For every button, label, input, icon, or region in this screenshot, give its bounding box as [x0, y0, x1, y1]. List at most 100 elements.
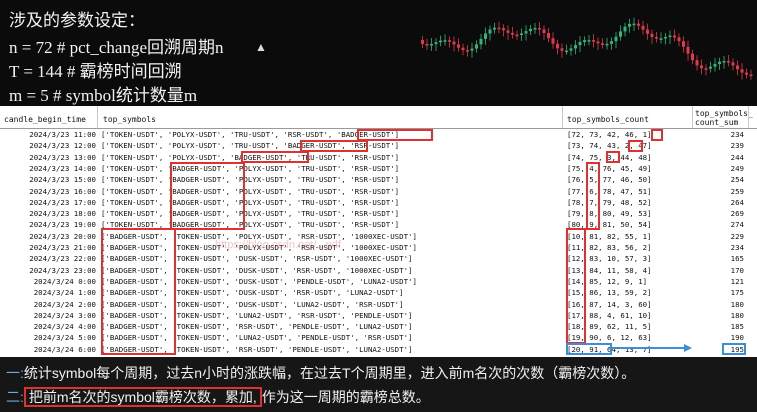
cell-time[interactable]: 2024/3/23 23:00 [0, 265, 96, 276]
candle-body [673, 35, 676, 38]
cell-sum[interactable]: 269 [700, 208, 744, 219]
cell-time[interactable]: 2024/3/24 1:00 [0, 287, 96, 298]
table-row[interactable]: 2024/3/23 13:00 ['TOKEN-USDT', 'POLYX-USD… [0, 152, 757, 163]
cell-sum[interactable]: 249 [700, 163, 744, 174]
highlight-count-r3 [606, 151, 620, 163]
candle-body [448, 40, 451, 42]
candle-body [682, 41, 685, 47]
candle-body [745, 72, 748, 75]
note-1-badge: 一: [6, 365, 24, 381]
cell-time[interactable]: 2024/3/23 11:00 [0, 129, 96, 140]
candle-body [713, 63, 717, 67]
candle-body [677, 37, 681, 42]
cell-sum[interactable]: 274 [700, 219, 744, 230]
cell-time[interactable]: 2024/3/23 12:00 [0, 140, 96, 151]
cell-time[interactable]: 2024/3/24 6:00 [0, 344, 96, 355]
cell-sum[interactable]: 180 [700, 310, 744, 321]
cell-sum[interactable]: 121 [700, 276, 744, 287]
cell-sum[interactable]: 185 [700, 321, 744, 332]
candle-body [709, 66, 712, 69]
highlight-count-col1 [566, 228, 586, 344]
cell-time[interactable]: 2024/3/23 22:00 [0, 253, 96, 264]
table-row[interactable]: 2024/3/23 14:00 ['TOKEN-USDT', 'BADGER-US… [0, 163, 757, 174]
cell-count[interactable]: [72, 73, 42, 46, 1] [567, 129, 652, 140]
cell-sum[interactable]: 229 [700, 231, 744, 242]
table-row[interactable]: 2024/3/23 15:00 ['TOKEN-USDT', 'BADGER-US… [0, 174, 757, 185]
cell-time[interactable]: 2024/3/23 16:00 [0, 186, 96, 197]
candle-body [430, 44, 433, 46]
candle-body [610, 41, 613, 44]
cell-symbols[interactable]: ['TOKEN-USDT', 'BADGER-USDT', 'POLYX-USD… [101, 174, 399, 185]
cell-time[interactable]: 2024/3/23 15:00 [0, 174, 96, 185]
table-row[interactable]: 2024/3/23 12:00 ['TOKEN-USDT', 'POLYX-USD… [0, 140, 757, 151]
header-symbols[interactable]: top_symbols [103, 115, 156, 124]
candle-body [668, 35, 672, 38]
cell-time[interactable]: 2024/3/23 13:00 [0, 152, 96, 163]
cell-time[interactable]: 2024/3/24 3:00 [0, 310, 96, 321]
header-sum-1[interactable]: top_symbols_ [695, 109, 753, 118]
cell-time[interactable]: 2024/3/23 19:00 [0, 219, 96, 230]
candle-body [425, 44, 429, 46]
cell-sum[interactable]: 239 [700, 140, 744, 151]
candle-body [596, 41, 600, 44]
candle-body [736, 65, 739, 70]
candle-body [749, 74, 753, 77]
cell-symbols[interactable]: ['TOKEN-USDT', 'BADGER-USDT', 'POLYX-USD… [101, 186, 399, 197]
cell-symbols[interactable]: ['TOKEN-USDT', 'BADGER-USDT', 'POLYX-USD… [101, 208, 399, 219]
highlight-badger-col1 [101, 228, 176, 355]
candle-body [740, 69, 744, 73]
cell-time[interactable]: 2024/3/24 0:00 [0, 276, 96, 287]
header-time[interactable]: candle_begin_time [4, 115, 86, 124]
cell-sum[interactable]: 234 [700, 242, 744, 253]
cell-sum[interactable]: 234 [700, 129, 744, 140]
cell-time[interactable]: 2024/3/23 18:00 [0, 208, 96, 219]
cell-sum[interactable]: 175 [700, 287, 744, 298]
cell-sum[interactable]: 244 [700, 152, 744, 163]
candle-body [619, 31, 622, 37]
cell-count[interactable]: [79, 8, 80, 49, 53] [567, 208, 652, 219]
param-t: T = 144 # 霸榜时间回溯 [9, 62, 182, 81]
candle-body [457, 44, 460, 48]
cell-sum[interactable]: 264 [700, 197, 744, 208]
cell-symbols[interactable]: ['TOKEN-USDT', 'BADGER-USDT', 'POLYX-USD… [101, 197, 399, 208]
cell-time[interactable]: 2024/3/24 4:00 [0, 321, 96, 332]
highlight-count-r2 [628, 140, 643, 152]
cell-sum[interactable]: 190 [700, 332, 744, 343]
highlight-badger-r3 [241, 151, 309, 163]
candle-body [578, 42, 582, 46]
candle-body [641, 25, 645, 30]
cell-time[interactable]: 2024/3/24 5:00 [0, 332, 96, 343]
cell-time[interactable]: 2024/3/23 21:00 [0, 242, 96, 253]
header-sum-2[interactable]: count_sum [695, 118, 738, 127]
candle-body [691, 53, 694, 61]
cell-count[interactable]: [75, 4, 76, 45, 49] [567, 163, 652, 174]
candle-body [524, 31, 528, 34]
cell-sum[interactable]: 165 [700, 253, 744, 264]
cell-sum[interactable]: 254 [700, 174, 744, 185]
header-count[interactable]: top_symbols_count [567, 115, 649, 124]
candle-body [628, 23, 631, 27]
cell-time[interactable]: 2024/3/23 20:00 [0, 231, 96, 242]
cell-time[interactable]: 2024/3/23 14:00 [0, 163, 96, 174]
cell-sum[interactable]: 259 [700, 186, 744, 197]
param-title: 涉及的参数设定： [9, 11, 145, 30]
cell-count[interactable]: [76, 5, 77, 46, 50] [567, 174, 652, 185]
cell-count[interactable]: [78, 7, 79, 48, 52] [567, 197, 652, 208]
cell-sum[interactable]: 180 [700, 299, 744, 310]
table-row[interactable]: 2024/3/23 16:00 ['TOKEN-USDT', 'BADGER-US… [0, 186, 757, 197]
table-row[interactable]: 2024/3/23 18:00 ['TOKEN-USDT', 'BADGER-US… [0, 208, 757, 219]
candle-body [421, 40, 424, 44]
cell-symbols[interactable]: ['TOKEN-USDT', 'POLYX-USDT', 'TRU-USDT',… [101, 129, 399, 140]
candle-body [439, 40, 442, 43]
cell-time[interactable]: 2024/3/23 17:00 [0, 197, 96, 208]
candle-body [632, 23, 636, 26]
mouse-cursor-icon: ▲ [255, 40, 267, 54]
candle-body [556, 43, 559, 49]
cell-sum[interactable]: 170 [700, 265, 744, 276]
cell-time[interactable]: 2024/3/24 2:00 [0, 299, 96, 310]
highlight-count-r1 [651, 129, 663, 141]
table-row[interactable]: 2024/3/23 17:00 ['TOKEN-USDT', 'BADGER-US… [0, 197, 757, 208]
cell-symbols[interactable]: ['TOKEN-USDT', 'BADGER-USDT', 'POLYX-USD… [101, 163, 399, 174]
candle-body [538, 28, 541, 30]
cell-count[interactable]: [77, 6, 78, 47, 51] [567, 186, 652, 197]
